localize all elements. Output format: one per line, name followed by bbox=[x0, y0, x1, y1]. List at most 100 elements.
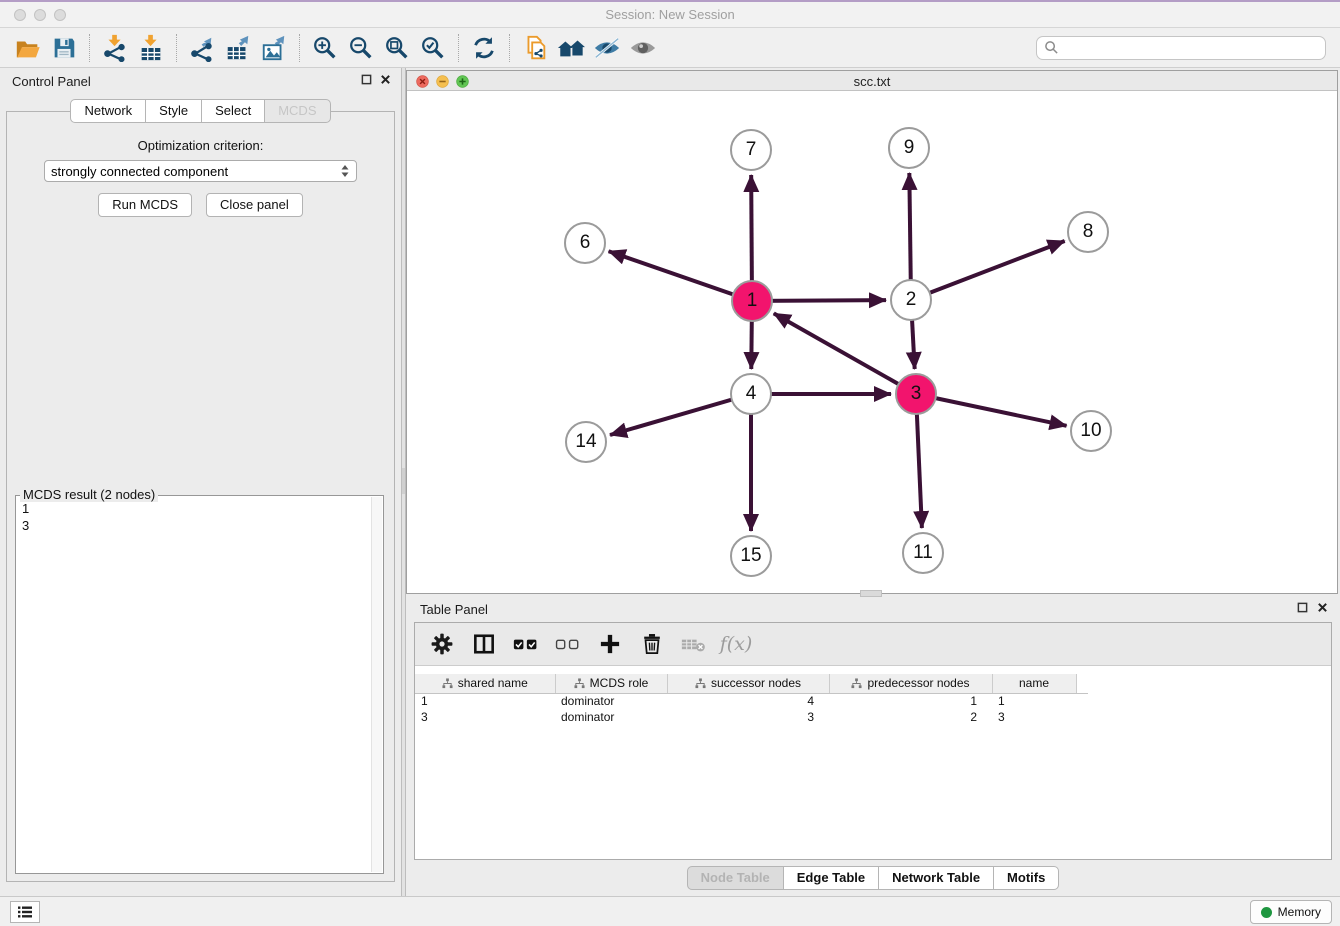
delete-table-icon bbox=[679, 629, 709, 659]
table-panel: Table Panel bbox=[406, 594, 1340, 898]
table-cell[interactable]: 1 bbox=[829, 693, 992, 709]
column-header-name[interactable]: name bbox=[992, 674, 1076, 693]
zoom-selected-icon[interactable] bbox=[415, 32, 451, 64]
table-cell[interactable]: 3 bbox=[992, 709, 1076, 725]
column-header-successor-nodes[interactable]: successor nodes bbox=[667, 674, 829, 693]
splitter-grip[interactable] bbox=[402, 468, 405, 494]
main-toolbar bbox=[0, 28, 1340, 68]
graph-node-8[interactable]: 8 bbox=[1067, 211, 1109, 253]
horizontal-splitter-grip[interactable] bbox=[860, 590, 882, 597]
list-icon bbox=[17, 905, 33, 919]
node-table-body: 1dominator4113dominator323 bbox=[415, 693, 1088, 725]
tab-select[interactable]: Select bbox=[201, 99, 265, 123]
split-view-icon[interactable] bbox=[469, 629, 499, 659]
result-scrollbar[interactable] bbox=[371, 497, 382, 872]
float-table-panel-icon[interactable] bbox=[1297, 602, 1308, 613]
refresh-view-icon[interactable] bbox=[466, 32, 502, 64]
mcds-panel: Optimization criterion: strongly connect… bbox=[6, 111, 395, 882]
table-cell[interactable]: 1 bbox=[415, 693, 555, 709]
column-header-mcds-role[interactable]: MCDS role bbox=[555, 674, 667, 693]
tab-motifs[interactable]: Motifs bbox=[993, 866, 1059, 890]
import-network-icon[interactable] bbox=[97, 32, 133, 64]
column-sort-icon bbox=[851, 678, 862, 689]
graph-edge-3-1[interactable] bbox=[774, 313, 916, 394]
graph-node-14[interactable]: 14 bbox=[565, 421, 607, 463]
close-panel-button[interactable]: Close panel bbox=[206, 193, 303, 217]
table-cell[interactable]: 2 bbox=[829, 709, 992, 725]
table-settings-icon[interactable] bbox=[427, 629, 457, 659]
graph-edge-1-6[interactable] bbox=[609, 251, 752, 301]
zoom-out-icon[interactable] bbox=[343, 32, 379, 64]
toolbar-separator bbox=[509, 34, 510, 62]
network-view-window: scc.txt 7 9 6 8 1 2 4 3 14 10 15 11 bbox=[406, 70, 1338, 594]
zoom-fit-icon[interactable] bbox=[379, 32, 415, 64]
graph-node-4[interactable]: 4 bbox=[730, 373, 772, 415]
graph-node-3[interactable]: 3 bbox=[895, 373, 937, 415]
tab-network[interactable]: Network bbox=[70, 99, 146, 123]
tab-edge-table[interactable]: Edge Table bbox=[783, 866, 879, 890]
graph-edge-3-10[interactable] bbox=[916, 394, 1067, 426]
export-image-icon[interactable] bbox=[256, 32, 292, 64]
hide-selected-icon[interactable] bbox=[589, 32, 625, 64]
show-all-icon[interactable] bbox=[625, 32, 661, 64]
function-builder-icon: f(x) bbox=[721, 629, 751, 659]
table-cell-filler bbox=[1076, 693, 1088, 709]
task-history-button[interactable] bbox=[10, 901, 40, 923]
run-mcds-button[interactable]: Run MCDS bbox=[98, 193, 192, 217]
memory-button[interactable]: Memory bbox=[1250, 900, 1332, 924]
app-titlebar: Session: New Session bbox=[0, 2, 1340, 28]
memory-label: Memory bbox=[1278, 905, 1321, 919]
graph-node-10[interactable]: 10 bbox=[1070, 410, 1112, 452]
export-network-icon[interactable] bbox=[184, 32, 220, 64]
open-session-icon[interactable] bbox=[10, 32, 46, 64]
toolbar-separator bbox=[89, 34, 90, 62]
save-session-icon[interactable] bbox=[46, 32, 82, 64]
network-window-titlebar[interactable]: scc.txt bbox=[407, 71, 1337, 91]
table-cell[interactable]: 3 bbox=[415, 709, 555, 725]
search-input[interactable] bbox=[1059, 38, 1325, 58]
network-canvas[interactable]: 7 9 6 8 1 2 4 3 14 10 15 11 bbox=[407, 92, 1337, 593]
float-panel-icon[interactable] bbox=[361, 74, 372, 85]
table-cell[interactable]: dominator bbox=[555, 693, 667, 709]
close-panel-icon[interactable] bbox=[380, 74, 391, 85]
graph-edge-4-14[interactable] bbox=[610, 394, 751, 435]
home-view-icon[interactable] bbox=[553, 32, 589, 64]
graph-node-1[interactable]: 1 bbox=[731, 280, 773, 322]
zoom-in-icon[interactable] bbox=[307, 32, 343, 64]
graph-node-11[interactable]: 11 bbox=[902, 532, 944, 574]
copy-network-icon[interactable] bbox=[517, 32, 553, 64]
tab-style[interactable]: Style bbox=[145, 99, 202, 123]
add-column-icon[interactable] bbox=[595, 629, 625, 659]
table-cell[interactable]: 4 bbox=[667, 693, 829, 709]
tab-network-table[interactable]: Network Table bbox=[878, 866, 994, 890]
close-table-panel-icon[interactable] bbox=[1317, 602, 1328, 613]
column-header-predecessor-nodes[interactable]: predecessor nodes bbox=[829, 674, 992, 693]
graph-node-9[interactable]: 9 bbox=[888, 127, 930, 169]
table-cell[interactable]: 1 bbox=[992, 693, 1076, 709]
tab-node-table[interactable]: Node Table bbox=[687, 866, 784, 890]
import-table-icon[interactable] bbox=[133, 32, 169, 64]
search-field[interactable] bbox=[1036, 36, 1326, 60]
export-table-icon[interactable] bbox=[220, 32, 256, 64]
control-panel-header: Control Panel bbox=[0, 68, 401, 94]
table-cell[interactable]: 3 bbox=[667, 709, 829, 725]
table-row[interactable]: 3dominator323 bbox=[415, 709, 1088, 725]
delete-columns-icon[interactable] bbox=[637, 629, 667, 659]
column-header-shared-name[interactable]: shared name bbox=[415, 674, 555, 693]
tab-mcds[interactable]: MCDS bbox=[264, 99, 330, 123]
node-table-container: f(x) shared name MCDS role successor nod… bbox=[414, 622, 1332, 860]
graph-edge-2-8[interactable] bbox=[911, 241, 1065, 300]
table-cell[interactable]: dominator bbox=[555, 709, 667, 725]
graph-node-15[interactable]: 15 bbox=[730, 535, 772, 577]
mcds-result-text[interactable]: 1 3 bbox=[17, 497, 370, 872]
graph-node-7[interactable]: 7 bbox=[730, 129, 772, 171]
deselect-all-checkboxes-icon[interactable] bbox=[553, 629, 583, 659]
control-panel-tabs: Network Style Select MCDS bbox=[0, 99, 401, 123]
graph-node-6[interactable]: 6 bbox=[564, 222, 606, 264]
column-sort-icon bbox=[574, 678, 585, 689]
graph-node-2[interactable]: 2 bbox=[890, 279, 932, 321]
table-row[interactable]: 1dominator411 bbox=[415, 693, 1088, 709]
criterion-select[interactable]: strongly connected component bbox=[44, 160, 357, 182]
status-bar: Memory bbox=[0, 896, 1340, 926]
select-all-checkboxes-icon[interactable] bbox=[511, 629, 541, 659]
